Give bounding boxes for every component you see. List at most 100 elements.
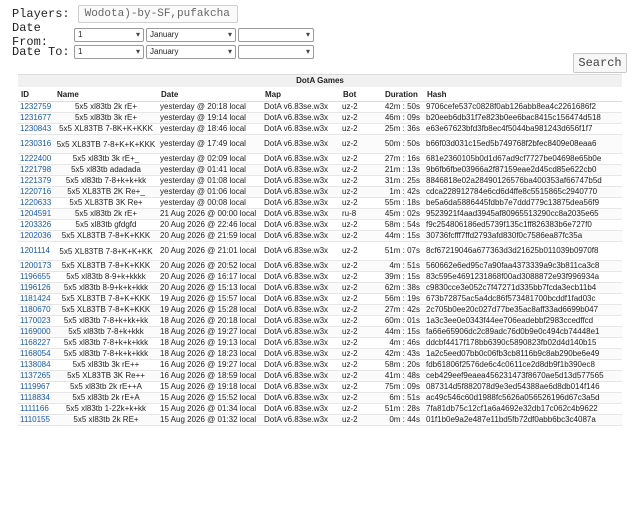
game-id-link[interactable]: 1169000 (20, 327, 51, 336)
table-row: 1230316 5x5 XL83TB 7-8+K+K+KKK yesterday @… (18, 134, 622, 154)
cell-bot: uz-2 (340, 414, 382, 426)
cell-hash: 087314d5f882078d9e3ed54388ae6d8db014f146 (424, 381, 622, 393)
cell-map: DotA v6.83se.w3x (262, 337, 340, 349)
game-id-link[interactable]: 1222400 (20, 154, 51, 163)
table-row: 1201114 5x5 XL83TB 7-8+K+K+KK 20 Aug 2026 … (18, 241, 622, 261)
table-row: 1170023 5x5 xl83tb 7-8+k+kk+kk 18 Aug 2026… (18, 315, 622, 327)
game-id-link[interactable]: 1181424 (20, 294, 51, 303)
to-day-select[interactable]: 1 ▾ (74, 44, 144, 59)
col-header-duration: Duration (382, 87, 424, 102)
col-header-hash: Hash (424, 87, 622, 102)
cell-map: DotA v6.83se.w3x (262, 123, 340, 135)
game-id-link[interactable]: 1110155 (20, 415, 50, 424)
game-id-link[interactable]: 1220716 (20, 187, 51, 196)
cell-hash: fdb61806f2576de6c4c0611ce2d8db9f1b390ec8 (424, 359, 622, 371)
game-id-link[interactable]: 1200173 (20, 261, 51, 270)
chevron-down-icon: ▾ (135, 47, 140, 56)
cell-bot: uz-2 (340, 403, 382, 415)
cell-bot: uz-2 (340, 326, 382, 338)
table-caption: DotA Games (18, 74, 622, 87)
cell-id: 1220633 (18, 197, 54, 209)
game-id-link[interactable]: 1170023 (20, 316, 51, 325)
cell-name: 5x5 xl83tb 1-22k+k+kk (54, 403, 158, 415)
from-month-select[interactable]: January ▾ (146, 27, 236, 42)
from-year-select[interactable]: ▾ (238, 27, 314, 42)
cell-id: 1110155 (18, 414, 54, 426)
cell-map: DotA v6.83se.w3x (262, 164, 340, 176)
game-id-link[interactable]: 1220633 (20, 198, 51, 207)
cell-hash: 2c705b0ee20c027d77be35ac8aff33ad6699b047 (424, 304, 622, 316)
from-day-select[interactable]: 1 ▾ (74, 27, 144, 42)
players-input[interactable]: Wodota)-by-SF,pufakcha (77, 5, 238, 23)
cell-name: 5x5 xl83tb 3k rE++ (54, 359, 158, 371)
cell-date: 16 Aug 2026 @ 19:27 local (158, 359, 262, 371)
cell-date: 15 Aug 2026 @ 15:52 local (158, 392, 262, 404)
players-label: Players: (12, 7, 70, 21)
game-id-link[interactable]: 1168227 (20, 338, 51, 347)
cell-duration: 51m : 07s (382, 241, 424, 261)
game-id-link[interactable]: 1201114 (20, 246, 50, 255)
cell-map: DotA v6.83se.w3x (262, 403, 340, 415)
cell-date: yesterday @ 02:09 local (158, 153, 262, 165)
cell-hash: c9830cce3e052c7f47271d335bb7fcda3ecb11b4 (424, 282, 622, 294)
cell-hash: 560662e6ed95c7a90faa4373339a9c3b811ca3c8 (424, 260, 622, 272)
game-id-link[interactable]: 1180670 (20, 305, 51, 314)
cell-id: 1221379 (18, 175, 54, 187)
cell-date: 18 Aug 2026 @ 20:18 local (158, 315, 262, 327)
cell-map: DotA v6.83se.w3x (262, 186, 340, 198)
game-id-link[interactable]: 1138084 (20, 360, 51, 369)
game-id-link[interactable]: 1203326 (20, 220, 51, 229)
cell-name: 5x5 XL83TB 7-8+K+KKK (54, 230, 158, 242)
cell-bot: uz-2 (340, 219, 382, 231)
game-id-link[interactable]: 1196655 (20, 272, 51, 281)
cell-duration: 27m : 16s (382, 153, 424, 165)
cell-name: 5x5 XL83TB 2K Re+_ (54, 186, 158, 198)
cell-hash: 681e2360105b0d1d67ad9cf7727be04698e65b0e (424, 153, 622, 165)
cell-date: yesterday @ 19:14 local (158, 112, 262, 124)
game-id-link[interactable]: 1230316 (20, 139, 51, 148)
cell-hash: 9b6fb6fbe03966a2f87159eae2d45cd85e622cb0 (424, 164, 622, 176)
game-id-link[interactable]: 1221379 (20, 176, 51, 185)
cell-date: yesterday @ 18:46 local (158, 123, 262, 135)
cell-hash: 1a3c3ee0e0343f44ee706eadebbf2983ccedffcd (424, 315, 622, 327)
chevron-down-icon: ▾ (305, 47, 310, 56)
cell-duration: 0m : 44s (382, 414, 424, 426)
cell-id: 1168227 (18, 337, 54, 349)
table-row: 1181424 5x5 XL83TB 7-8+K+KKK 19 Aug 2026 @… (18, 293, 622, 305)
cell-name: 5x5 XL83TB 3K Re++ (54, 370, 158, 382)
cell-bot: uz-2 (340, 175, 382, 187)
game-id-link[interactable]: 1231677 (20, 113, 51, 122)
col-header-map: Map (262, 87, 340, 102)
game-id-link[interactable]: 1221798 (20, 165, 51, 174)
table-row: 1111166 5x5 xl83tb 1-22k+k+kk 15 Aug 2026 … (18, 403, 622, 415)
cell-name: 5x5 xl83tb adadada (54, 164, 158, 176)
cell-hash: ceb429eef9eaea456231473f8670ae5d13d57756… (424, 370, 622, 382)
game-id-link[interactable]: 1168054 (20, 349, 51, 358)
cell-map: DotA v6.83se.w3x (262, 381, 340, 393)
game-id-link[interactable]: 1111166 (20, 404, 49, 413)
to-day-value: 1 (78, 47, 83, 56)
search-button[interactable]: Search (573, 53, 627, 73)
cell-duration: 60m : 01s (382, 315, 424, 327)
cell-id: 1230316 (18, 134, 54, 154)
game-id-link[interactable]: 1119967 (20, 382, 50, 391)
cell-date: yesterday @ 01:06 local (158, 186, 262, 198)
game-id-link[interactable]: 1118834 (20, 393, 50, 402)
game-id-link[interactable]: 1232759 (20, 102, 51, 111)
cell-name: 5x5 xl83tb 7-8+k+k+kkk (54, 337, 158, 349)
cell-id: 1200173 (18, 260, 54, 272)
game-id-link[interactable]: 1230843 (20, 124, 51, 133)
table-row: 1119967 5x5 xl83tb 2k rE++A 15 Aug 2026 @ … (18, 381, 622, 393)
cell-hash: b20eeb6db31f7e823b0ee6bac8415c156474d518 (424, 112, 622, 124)
game-id-link[interactable]: 1196126 (20, 283, 51, 292)
game-id-link[interactable]: 1137265 (20, 371, 51, 380)
cell-date: 18 Aug 2026 @ 19:27 local (158, 326, 262, 338)
cell-bot: uz-2 (340, 101, 382, 113)
cell-map: DotA v6.83se.w3x (262, 304, 340, 316)
game-id-link[interactable]: 1204591 (20, 209, 51, 218)
cell-bot: uz-2 (340, 112, 382, 124)
game-id-link[interactable]: 1202036 (20, 231, 51, 240)
col-header-bot: Bot (340, 87, 382, 102)
to-month-select[interactable]: January ▾ (146, 44, 236, 59)
to-year-select[interactable]: ▾ (238, 44, 314, 59)
